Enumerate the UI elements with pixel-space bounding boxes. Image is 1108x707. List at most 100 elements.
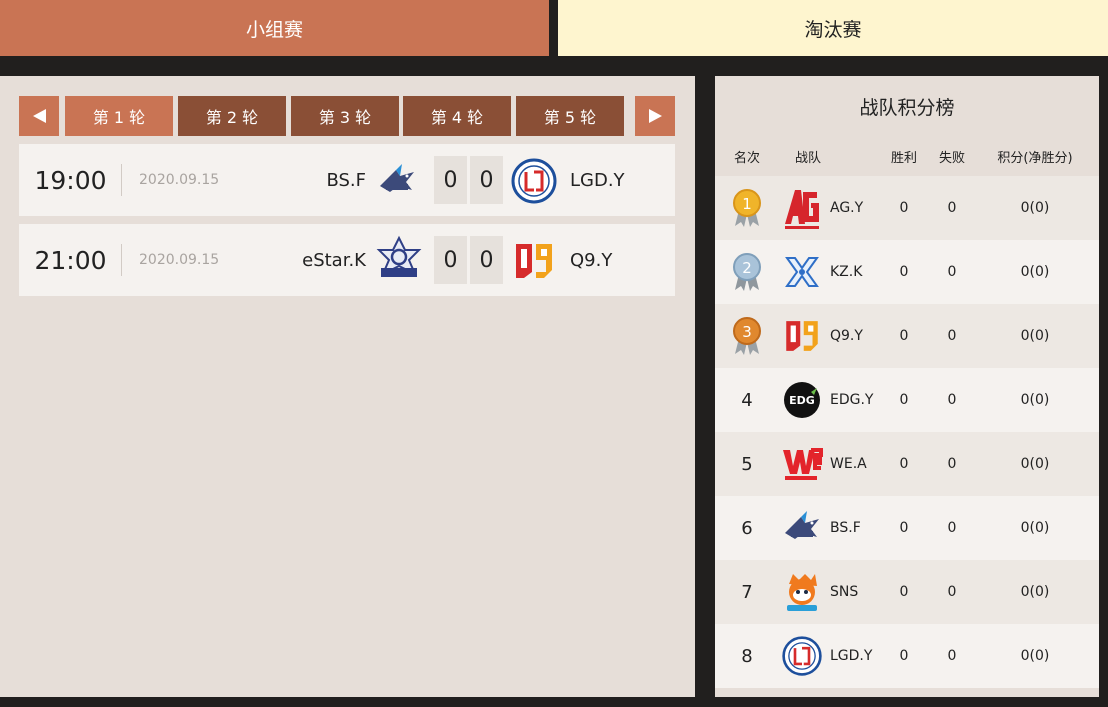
round-label: 第 5 轮 — [543, 108, 597, 127]
tab-group-stage[interactable]: 小组赛 — [0, 0, 549, 56]
standings-header: 名次 战队 胜利 失败 积分(净胜分) — [715, 136, 1099, 176]
points-cell: 0(0) — [1020, 200, 1050, 216]
standings-row[interactable]: 3 Q9.Y 0 0 0(0) — [715, 304, 1099, 368]
bronze-medal-icon: 3 — [733, 317, 761, 355]
svg-text:EDG: EDG — [789, 394, 815, 407]
losses-cell: 0 — [947, 456, 957, 472]
points-cell: 0(0) — [1020, 264, 1050, 280]
next-round-button[interactable] — [635, 96, 675, 136]
round-label: 第 3 轮 — [318, 108, 372, 127]
standings-panel: 战队积分榜 名次 战队 胜利 失败 积分(净胜分) 1 AG.Y 0 0 0(0… — [715, 76, 1099, 697]
schedule-panel: 第 1 轮 第 2 轮 第 3 轮 第 4 轮 第 5 轮 19:00 2020… — [0, 76, 695, 697]
team-name: BS.F — [830, 520, 861, 536]
silver-medal-icon: 2 — [733, 253, 761, 291]
arrow-right-icon — [648, 109, 662, 123]
standings-row[interactable]: 6 BS.F 0 0 0(0) — [715, 496, 1099, 560]
edg-logo-icon: EDG — [784, 382, 820, 418]
team-name: SNS — [830, 584, 859, 600]
round-label: 第 2 轮 — [205, 108, 259, 127]
wins-cell: 0 — [899, 200, 909, 216]
rank-cell: 4 — [741, 389, 753, 411]
standings-row[interactable]: 2 KZ.K 0 0 0(0) — [715, 240, 1099, 304]
kz-logo-icon — [785, 257, 819, 287]
lgd-logo-icon — [511, 158, 557, 204]
away-score: 0 — [470, 156, 503, 204]
wins-cell: 0 — [899, 520, 909, 536]
medal-rank: 3 — [742, 323, 752, 341]
header-points: 积分(净胜分) — [997, 150, 1073, 166]
tab-label: 淘汰赛 — [804, 18, 862, 41]
sns-logo-icon — [787, 574, 817, 611]
bs-shark-logo-icon — [380, 164, 414, 192]
round-tab-3[interactable]: 第 3 轮 — [291, 96, 399, 136]
medal-rank: 2 — [742, 259, 752, 277]
round-tab-4[interactable]: 第 4 轮 — [403, 96, 511, 136]
losses-cell: 0 — [947, 200, 957, 216]
round-tab-5[interactable]: 第 5 轮 — [516, 96, 624, 136]
points-cell: 0(0) — [1020, 520, 1050, 536]
divider — [121, 164, 122, 196]
wins-cell: 0 — [899, 328, 909, 344]
q9-logo-icon — [786, 321, 818, 351]
match-card[interactable]: 19:00 2020.09.15 BS.F 0 0 LGD.Y — [19, 144, 675, 216]
standings-row[interactable]: 1 AG.Y 0 0 0(0) — [715, 176, 1099, 240]
away-team-name: LGD.Y — [570, 169, 625, 191]
match-time: 21:00 — [34, 245, 107, 275]
wins-cell: 0 — [899, 584, 909, 600]
round-tab-1[interactable]: 第 1 轮 — [65, 96, 173, 136]
home-team-name: eStar.K — [302, 249, 366, 271]
home-team-name: BS.F — [326, 169, 366, 191]
away-team-name: Q9.Y — [570, 249, 613, 271]
match-date: 2020.09.15 — [139, 172, 220, 188]
tab-divider — [549, 0, 558, 56]
losses-cell: 0 — [947, 264, 957, 280]
standings-title: 战队积分榜 — [859, 96, 955, 119]
header-losses: 失败 — [938, 150, 965, 166]
header-wins: 胜利 — [890, 150, 917, 166]
arrow-left-icon — [32, 109, 46, 123]
round-selector: 第 1 轮 第 2 轮 第 3 轮 第 4 轮 第 5 轮 — [19, 96, 675, 136]
team-name: KZ.K — [830, 264, 863, 280]
ag-logo-icon — [785, 190, 819, 229]
rank-cell: 1 — [715, 176, 779, 240]
away-score: 0 — [470, 236, 503, 284]
standings-row[interactable]: 5 WE.A 0 0 0(0) — [715, 432, 1099, 496]
home-score: 0 — [434, 236, 467, 284]
round-label: 第 1 轮 — [92, 108, 146, 127]
points-cell: 0(0) — [1020, 584, 1050, 600]
losses-cell: 0 — [947, 392, 957, 408]
losses-cell: 0 — [947, 520, 957, 536]
rank-cell: 8 — [741, 645, 753, 667]
prev-round-button[interactable] — [19, 96, 59, 136]
rank-cell: 6 — [741, 517, 753, 539]
we-logo-icon — [783, 448, 823, 480]
team-name: EDG.Y — [830, 392, 874, 408]
medal-rank: 1 — [742, 195, 752, 213]
standings-row[interactable]: 8 LGD.Y 0 0 0(0) — [715, 624, 1099, 688]
tab-knockout-stage[interactable]: 淘汰赛 — [558, 0, 1108, 56]
lgd-logo-icon — [782, 636, 822, 676]
points-cell: 0(0) — [1020, 392, 1050, 408]
losses-cell: 0 — [947, 328, 957, 344]
standings-row[interactable]: 4 EDG EDG.Y 0 0 0(0) — [715, 368, 1099, 432]
team-name: AG.Y — [830, 200, 864, 216]
match-card[interactable]: 21:00 2020.09.15 eStar.K 0 0 Q9.Y — [19, 224, 675, 296]
standings-row[interactable]: 7 SNS 0 0 0(0) — [715, 560, 1099, 624]
tab-label: 小组赛 — [245, 18, 303, 41]
wins-cell: 0 — [899, 456, 909, 472]
team-name: Q9.Y — [830, 328, 863, 344]
round-label: 第 4 轮 — [430, 108, 484, 127]
wins-cell: 0 — [899, 392, 909, 408]
estar-logo-icon — [376, 235, 422, 277]
team-name: LGD.Y — [830, 648, 873, 664]
match-time: 19:00 — [34, 165, 107, 195]
header-team: 战队 — [794, 150, 821, 166]
round-tab-2[interactable]: 第 2 轮 — [178, 96, 286, 136]
rank-cell: 3 — [715, 304, 779, 368]
gold-medal-icon: 1 — [733, 189, 761, 227]
points-cell: 0(0) — [1020, 456, 1050, 472]
rank-cell: 2 — [715, 240, 779, 304]
bs-shark-logo-icon — [785, 511, 819, 539]
header-rank: 名次 — [733, 150, 760, 166]
team-name: WE.A — [830, 456, 867, 472]
